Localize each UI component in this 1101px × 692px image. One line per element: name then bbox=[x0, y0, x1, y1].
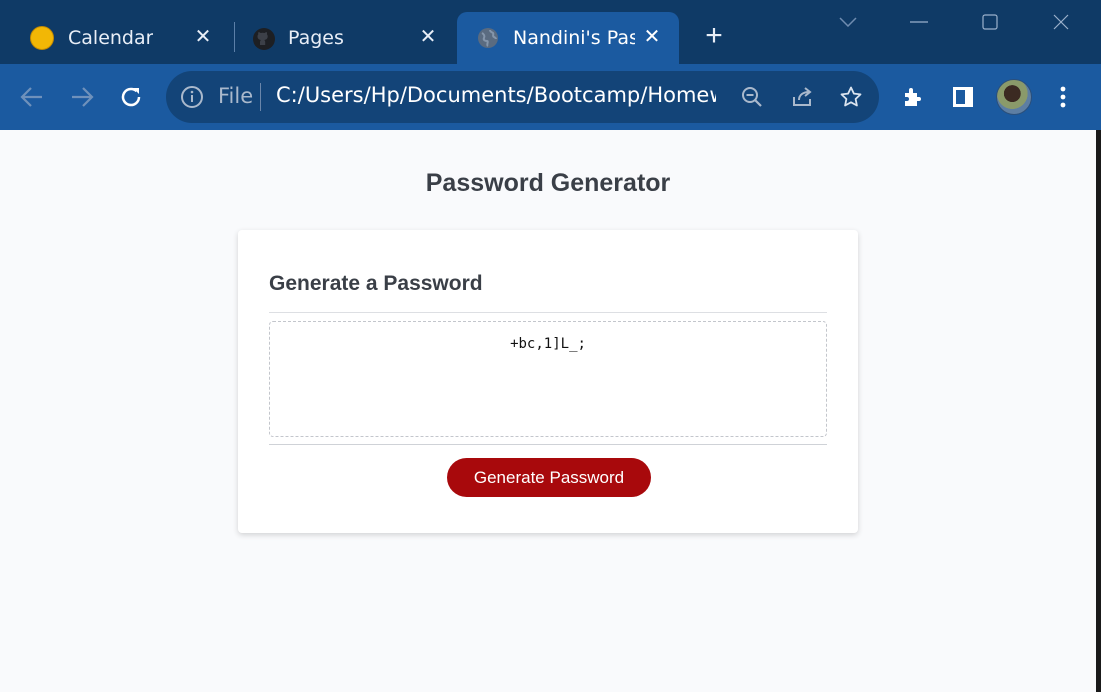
tab-separator bbox=[234, 22, 235, 52]
password-output[interactable] bbox=[269, 321, 827, 437]
tab-label: Nandini's Passw bbox=[513, 27, 635, 49]
info-icon[interactable] bbox=[180, 85, 204, 114]
tab-password-generator[interactable]: Nandini's Passw ✕ bbox=[457, 12, 679, 64]
file-scheme-label: File bbox=[218, 84, 254, 108]
tab-calendar[interactable]: Calendar ✕ bbox=[20, 12, 230, 64]
page-content: Password Generator Generate a Password G… bbox=[0, 130, 1096, 692]
page-title: Password Generator bbox=[425, 169, 671, 197]
reload-icon[interactable] bbox=[116, 82, 146, 112]
globe-icon bbox=[477, 27, 499, 49]
avatar[interactable] bbox=[996, 79, 1032, 115]
maximize-icon[interactable] bbox=[975, 8, 1005, 36]
plus-icon[interactable]: + bbox=[700, 21, 728, 51]
menu-kebab-icon[interactable] bbox=[1048, 82, 1078, 112]
extensions-icon[interactable] bbox=[898, 82, 928, 112]
address-divider bbox=[260, 83, 261, 111]
minimize-icon[interactable] bbox=[904, 8, 934, 36]
generator-card: Generate a Password Generate Password bbox=[238, 230, 858, 533]
tab-label: Pages bbox=[288, 27, 344, 49]
side-panel-icon[interactable] bbox=[948, 82, 978, 112]
address-bar[interactable]: File C:/Users/Hp/Documents/Bootcamp/Home… bbox=[166, 71, 879, 123]
tab-pages[interactable]: Pages ✕ bbox=[240, 12, 455, 64]
header-divider bbox=[269, 312, 827, 313]
close-tab-icon[interactable]: ✕ bbox=[641, 24, 663, 48]
close-tab-icon[interactable]: ✕ bbox=[192, 24, 214, 48]
tab-strip: Calendar ✕ Pages ✕ Nandini's Passw ✕ + bbox=[0, 0, 1101, 64]
back-arrow-icon[interactable] bbox=[17, 82, 47, 112]
url-text[interactable]: C:/Users/Hp/Documents/Bootcamp/Homew... bbox=[276, 83, 716, 107]
browser-toolbar: File C:/Users/Hp/Documents/Bootcamp/Home… bbox=[0, 64, 1101, 130]
calendar-favicon-icon bbox=[30, 26, 54, 50]
tab-label: Calendar bbox=[68, 27, 154, 49]
zoom-out-icon[interactable] bbox=[737, 82, 767, 112]
footer-divider bbox=[269, 444, 827, 445]
chevron-down-icon[interactable] bbox=[833, 8, 863, 36]
star-icon[interactable] bbox=[836, 82, 866, 112]
close-icon[interactable] bbox=[1046, 8, 1076, 36]
github-icon bbox=[252, 27, 275, 50]
window-edge bbox=[1096, 130, 1101, 692]
generate-password-button[interactable]: Generate Password bbox=[447, 458, 651, 497]
forward-arrow-icon[interactable] bbox=[67, 82, 97, 112]
card-header: Generate a Password bbox=[269, 272, 483, 295]
share-icon[interactable] bbox=[787, 82, 817, 112]
close-tab-icon[interactable]: ✕ bbox=[417, 24, 439, 48]
